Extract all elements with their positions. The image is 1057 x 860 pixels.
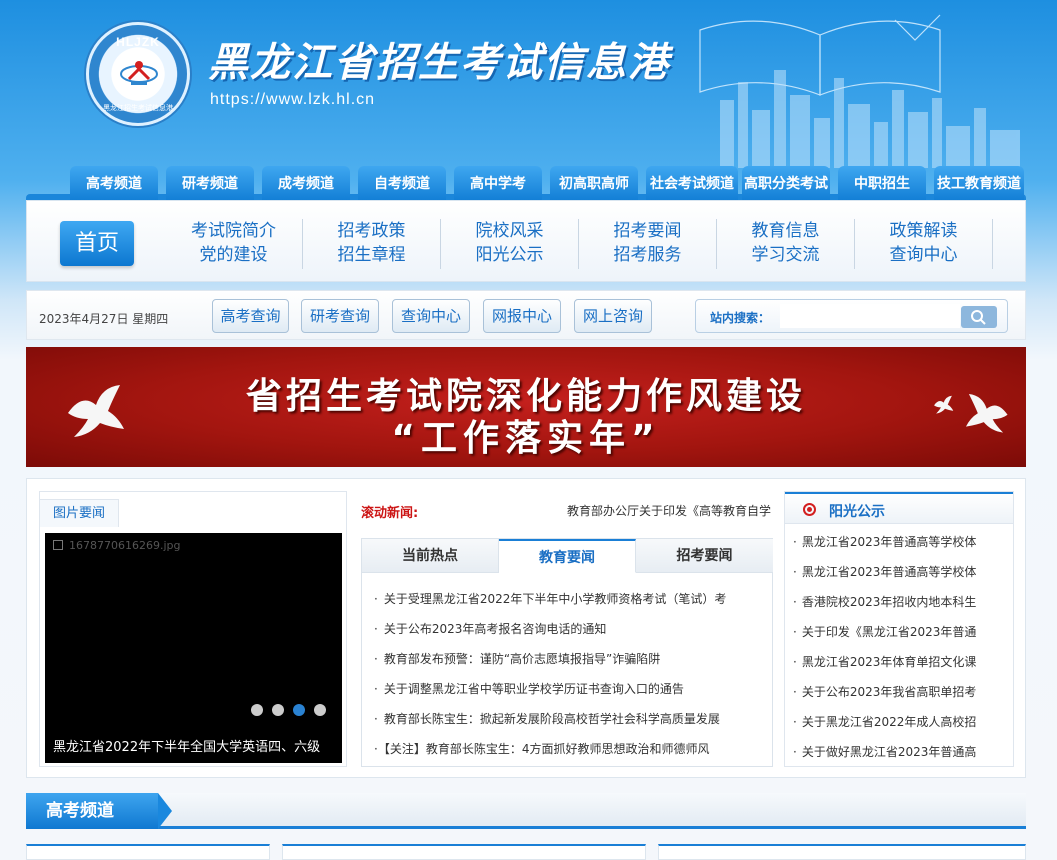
tab-current-hot[interactable]: 当前热点	[362, 539, 499, 573]
list-item[interactable]: 关于黑龙江省2022年成人高校招	[793, 707, 1005, 737]
nav-group-3: 院校风采 阳光公示	[441, 219, 579, 269]
nav-group-1: 考试院简介 党的建设	[165, 219, 303, 269]
channel-tab-gaokao[interactable]: 高考频道	[70, 166, 158, 200]
nav-link-yuanxiao-fengcai[interactable]: 院校风采	[441, 219, 578, 243]
sunshine-notice-header: 阳光公示	[785, 492, 1013, 524]
logo-abbreviation: HLJZK	[116, 35, 160, 49]
nav-group-2: 招考政策 招生章程	[303, 219, 441, 269]
channel-tabs: 高考频道 研考频道 成考频道 自考频道 高中学考 初高职高师 社会考试频道 高职…	[26, 166, 1026, 202]
online-consult-button[interactable]: 网上咨询	[574, 299, 652, 333]
list-item[interactable]: 黑龙江省2023年普通高等学校体	[793, 557, 1005, 587]
channel-tab-gaozhong-xuekao[interactable]: 高中学考	[454, 166, 542, 200]
broken-image-icon	[53, 540, 63, 550]
banner-slogan: “工作落实年”	[391, 418, 661, 459]
logo-emblem-icon	[120, 61, 158, 85]
site-url: https://www.lzk.hl.cn	[210, 91, 376, 108]
news-tabs-box: 当前热点 教育要闻 招考要闻 关于受理黑龙江省2022年下半年中小学教师资格考试…	[361, 538, 773, 767]
nav-link-xuexi-jiaoliu[interactable]: 学习交流	[717, 243, 854, 267]
logo-ring-text: 黑龙江招生考试信息港	[103, 104, 173, 112]
site-search: 站内搜索：	[695, 299, 1008, 333]
sunshine-notice-list: 黑龙江省2023年普通高等学校体 黑龙江省2023年普通高等学校体 香港院校20…	[793, 527, 1005, 767]
gaokao-section-title[interactable]: 高考频道	[26, 793, 172, 829]
site-title: 黑龙江省招生考试信息港	[208, 39, 670, 86]
slideshow-dots	[251, 704, 335, 719]
nav-link-zhaokao-zhengce[interactable]: 招考政策	[303, 219, 440, 243]
nav-link-yangguang-gongshi[interactable]: 阳光公示	[441, 243, 578, 267]
channel-tab-chugaozhi-gaoshi[interactable]: 初高职高师	[550, 166, 638, 200]
gaokao-section-header: 高考频道	[26, 793, 1026, 829]
query-center-button[interactable]: 查询中心	[392, 299, 470, 333]
education-news-list: 关于受理黑龙江省2022年下半年中小学教师资格考试（笔试）考 关于公布2023年…	[374, 584, 764, 764]
tab-exam-news[interactable]: 招考要闻	[636, 539, 773, 573]
main-navigation: 首页 考试院简介 党的建设 招考政策 招生章程 院校风采 阳光公示 招考要闻 招…	[26, 200, 1026, 282]
picture-news-tab[interactable]: 图片要闻	[39, 499, 119, 527]
list-item[interactable]: 关于公布2023年我省高职单招考	[793, 677, 1005, 707]
nav-link-zhaokao-yaowen[interactable]: 招考要闻	[579, 219, 716, 243]
section-box-2	[282, 844, 646, 860]
slide-dot-2[interactable]	[272, 704, 284, 716]
channel-tab-zikao[interactable]: 自考频道	[358, 166, 446, 200]
quick-access-bar: 2023年4月27日 星期四 高考查询 研考查询 查询中心 网报中心 网上咨询 …	[26, 290, 1026, 340]
search-icon	[971, 310, 986, 325]
nav-group-5: 教育信息 学习交流	[717, 219, 855, 269]
sunshine-notice-panel: 阳光公示 黑龙江省2023年普通高等学校体 黑龙江省2023年普通高等学校体 香…	[784, 491, 1014, 767]
site-logo[interactable]: HLJZK 黑龙江招生考试信息港	[86, 22, 190, 126]
channel-tab-gaozhi-fenlei[interactable]: 高职分类考试	[742, 166, 830, 200]
section-box-1	[26, 844, 270, 860]
list-item[interactable]: 教育部长陈宝生：掀起新发展阶段高校哲学社会科学高质量发展	[374, 704, 764, 734]
channel-tab-yankao[interactable]: 研考频道	[166, 166, 254, 200]
home-button[interactable]: 首页	[60, 221, 134, 266]
search-button[interactable]	[961, 306, 997, 328]
list-item[interactable]: 教育部发布预警：谨防“高价志愿填报指导”诈骗陷阱	[374, 644, 764, 674]
nav-link-zhaokao-fuwu[interactable]: 招考服务	[579, 243, 716, 267]
picture-slideshow[interactable]: 1678770616269.jpg 黑龙江省2022年下半年全国大学英语四、六级	[45, 533, 342, 763]
nav-group-4: 招考要闻 招考服务	[579, 219, 717, 269]
current-date: 2023年4月27日 星期四	[39, 312, 169, 326]
slide-caption[interactable]: 黑龙江省2022年下半年全国大学英语四、六级	[53, 736, 339, 755]
channel-tab-shehui-kaoshi[interactable]: 社会考试频道	[646, 166, 738, 200]
list-item[interactable]: 关于印发《黑龙江省2023年普通	[793, 617, 1005, 647]
sunshine-target-icon	[803, 503, 816, 516]
gaokao-query-button[interactable]: 高考查询	[212, 299, 289, 333]
nav-group-6: 政策解读 查询中心	[855, 219, 993, 269]
list-item[interactable]: 香港院校2023年招收内地本科生	[793, 587, 1005, 617]
channel-tab-jigong-jiaoyu[interactable]: 技工教育频道	[934, 166, 1024, 200]
slide-dot-1[interactable]	[251, 704, 263, 716]
nav-link-chaxun-zhongxin[interactable]: 查询中心	[855, 243, 992, 267]
slide-dot-4[interactable]	[314, 704, 326, 716]
section-box-3	[658, 844, 1026, 860]
nav-link-dang-de-jianshe[interactable]: 党的建设	[165, 243, 302, 267]
list-item[interactable]: 黑龙江省2023年普通高等学校体	[793, 527, 1005, 557]
online-registration-button[interactable]: 网报中心	[483, 299, 561, 333]
section-content-preview	[26, 844, 1026, 860]
search-input[interactable]	[780, 304, 960, 328]
rolling-news-ticker[interactable]: 教育部办公厅关于印发《高等教育自学	[567, 502, 773, 519]
list-item[interactable]: 黑龙江省2023年体育单招文化课	[793, 647, 1005, 677]
nav-link-zhaosheng-zhangcheng[interactable]: 招生章程	[303, 243, 440, 267]
slide-dot-3[interactable]	[293, 704, 305, 716]
list-item[interactable]: 关于做好黑龙江省2023年普通高	[793, 737, 1005, 767]
search-label: 站内搜索：	[710, 311, 771, 325]
headline-banner[interactable]: 省招生考试院深化能力作风建设 “工作落实年”	[26, 347, 1026, 467]
yankao-query-button[interactable]: 研考查询	[301, 299, 379, 333]
broken-image-filename: 1678770616269.jpg	[69, 539, 181, 552]
list-item[interactable]: 关于调整黑龙江省中等职业学校学历证书查询入口的通告	[374, 674, 764, 704]
list-item[interactable]: 关于受理黑龙江省2022年下半年中小学教师资格考试（笔试）考	[374, 584, 764, 614]
nav-link-kaoshiyuan-jianjie[interactable]: 考试院简介	[165, 219, 302, 243]
tab-education-news[interactable]: 教育要闻	[499, 539, 636, 573]
nav-link-jiaoyu-xinxi[interactable]: 教育信息	[717, 219, 854, 243]
rolling-news-label: 滚动新闻:	[361, 506, 419, 521]
sunshine-notice-title[interactable]: 阳光公示	[829, 501, 885, 521]
city-skyline-illustration	[699, 14, 1020, 168]
broken-image: 1678770616269.jpg	[53, 539, 181, 552]
list-item[interactable]: 【关注】教育部长陈宝生：4方面抓好教师思想政治和师德师风	[374, 734, 764, 764]
news-content-area: 图片要闻 1678770616269.jpg 黑龙江省2022年下半年全国大学英…	[26, 478, 1026, 778]
nav-link-zhengce-jiedu[interactable]: 政策解读	[855, 219, 992, 243]
channel-tab-zhongzhi-zhaosheng[interactable]: 中职招生	[838, 166, 926, 200]
middle-news-panel: 滚动新闻: 教育部办公厅关于印发《高等教育自学 当前热点 教育要闻 招考要闻 关…	[361, 491, 773, 767]
channel-tab-chengkao[interactable]: 成考频道	[262, 166, 350, 200]
list-item[interactable]: 关于公布2023年高考报名咨询电话的通知	[374, 614, 764, 644]
